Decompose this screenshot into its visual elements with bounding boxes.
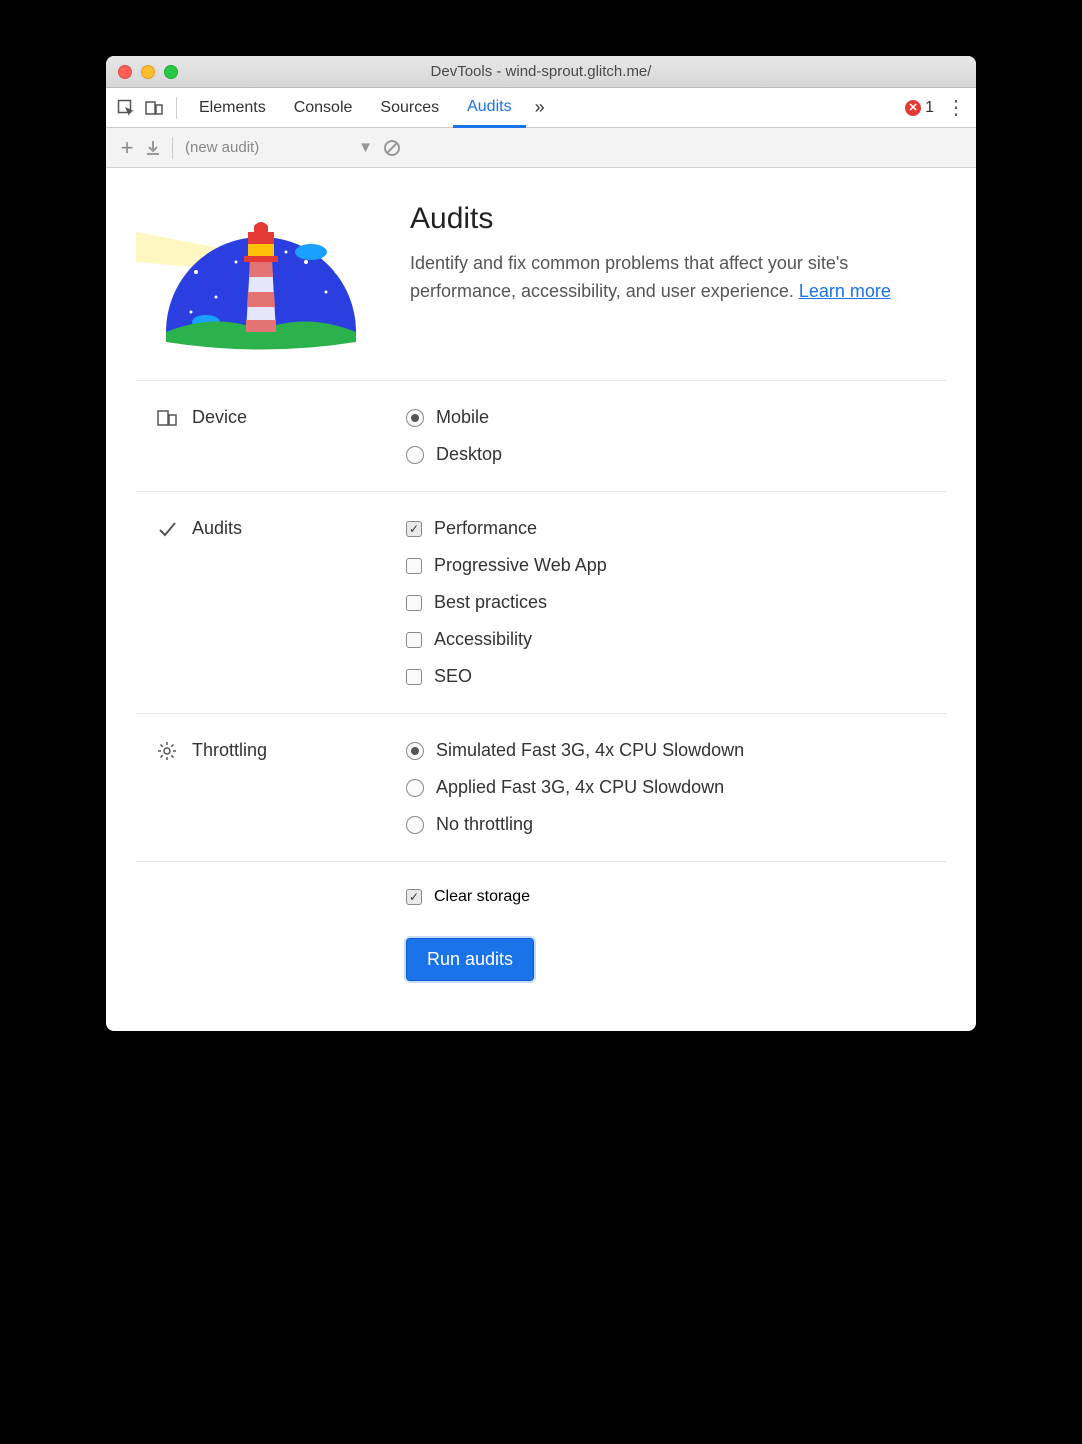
- check-icon: [156, 518, 178, 540]
- option-label: Best practices: [434, 592, 547, 613]
- tab-elements[interactable]: Elements: [185, 88, 280, 127]
- clear-storage-option[interactable]: Clear storage: [406, 888, 530, 906]
- option-label: Performance: [434, 518, 537, 539]
- throttling-label-text: Throttling: [192, 740, 267, 761]
- audits-section: Audits Performance Progressive Web App B…: [136, 492, 946, 714]
- device-icon: [156, 407, 178, 429]
- device-options: Mobile Desktop: [406, 407, 946, 465]
- hero-text: Audits Identify and fix common problems …: [410, 202, 946, 306]
- throttling-options: Simulated Fast 3G, 4x CPU Slowdown Appli…: [406, 740, 946, 835]
- option-label: SEO: [434, 666, 472, 687]
- checkbox-icon: [406, 521, 422, 537]
- throttling-option-applied[interactable]: Applied Fast 3G, 4x CPU Slowdown: [406, 777, 946, 798]
- option-label: Clear storage: [434, 888, 530, 906]
- hero-section: Audits Identify and fix common problems …: [136, 202, 946, 381]
- divider: [172, 137, 173, 159]
- device-section: Device Mobile Desktop: [136, 381, 946, 492]
- checkbox-icon: [406, 558, 422, 574]
- audit-option-pwa[interactable]: Progressive Web App: [406, 555, 946, 576]
- device-label-text: Device: [192, 407, 247, 428]
- new-audit-icon[interactable]: +: [114, 135, 140, 161]
- divider: [176, 97, 177, 119]
- hero-title: Audits: [410, 202, 946, 236]
- hero-description-text: Identify and fix common problems that af…: [410, 253, 848, 301]
- error-icon: ✕: [905, 100, 921, 116]
- throttling-option-none[interactable]: No throttling: [406, 814, 946, 835]
- audits-panel: Audits Identify and fix common problems …: [106, 168, 976, 1031]
- option-label: Applied Fast 3G, 4x CPU Slowdown: [436, 777, 724, 798]
- radio-icon: [406, 446, 424, 464]
- close-window-button[interactable]: [118, 65, 132, 79]
- download-icon[interactable]: [140, 135, 166, 161]
- storage-section: Clear storage Run audits: [136, 862, 946, 991]
- throttling-option-simulated[interactable]: Simulated Fast 3G, 4x CPU Slowdown: [406, 740, 946, 761]
- checkbox-icon: [406, 632, 422, 648]
- lighthouse-illustration: [136, 202, 376, 352]
- kebab-menu-icon[interactable]: ⋮: [942, 94, 970, 122]
- tab-audits[interactable]: Audits: [453, 89, 525, 128]
- device-label: Device: [136, 407, 406, 465]
- radio-icon: [406, 409, 424, 427]
- option-label: Desktop: [436, 444, 502, 465]
- window-titlebar: DevTools - wind-sprout.glitch.me/: [106, 56, 976, 88]
- run-audits-button[interactable]: Run audits: [406, 938, 534, 981]
- throttling-label: Throttling: [136, 740, 406, 835]
- hero-description: Identify and fix common problems that af…: [410, 250, 946, 306]
- option-label: Progressive Web App: [434, 555, 607, 576]
- checkbox-icon: [406, 595, 422, 611]
- window-title: DevTools - wind-sprout.glitch.me/: [106, 63, 976, 80]
- minimize-window-button[interactable]: [141, 65, 155, 79]
- radio-icon: [406, 742, 424, 760]
- option-label: Mobile: [436, 407, 489, 428]
- inspect-element-icon[interactable]: [112, 94, 140, 122]
- audit-select[interactable]: (new audit) ▼: [179, 139, 379, 156]
- devtools-tabrow: Elements Console Sources Audits » ✕ 1 ⋮: [106, 88, 976, 128]
- audit-option-seo[interactable]: SEO: [406, 666, 946, 687]
- checkbox-icon: [406, 669, 422, 685]
- tab-console[interactable]: Console: [280, 88, 367, 127]
- block-icon[interactable]: [379, 135, 405, 161]
- checkbox-icon: [406, 889, 422, 905]
- option-label: Accessibility: [434, 629, 532, 650]
- device-option-desktop[interactable]: Desktop: [406, 444, 946, 465]
- radio-icon: [406, 779, 424, 797]
- audits-options: Performance Progressive Web App Best pra…: [406, 518, 946, 687]
- tabs-overflow-icon[interactable]: »: [526, 94, 554, 122]
- option-label: Simulated Fast 3G, 4x CPU Slowdown: [436, 740, 744, 761]
- audits-toolbar: + (new audit) ▼: [106, 128, 976, 168]
- radio-icon: [406, 816, 424, 834]
- error-count: 1: [925, 99, 934, 117]
- device-option-mobile[interactable]: Mobile: [406, 407, 946, 428]
- tab-sources[interactable]: Sources: [366, 88, 453, 127]
- audit-option-accessibility[interactable]: Accessibility: [406, 629, 946, 650]
- devtools-window: DevTools - wind-sprout.glitch.me/ Elemen…: [106, 56, 976, 1031]
- zoom-window-button[interactable]: [164, 65, 178, 79]
- audits-label: Audits: [136, 518, 406, 687]
- window-controls: [118, 65, 178, 79]
- audit-select-label: (new audit): [185, 139, 259, 156]
- option-label: No throttling: [436, 814, 533, 835]
- device-toolbar-icon[interactable]: [140, 94, 168, 122]
- gear-icon: [156, 740, 178, 762]
- audits-label-text: Audits: [192, 518, 242, 539]
- throttling-section: Throttling Simulated Fast 3G, 4x CPU Slo…: [136, 714, 946, 862]
- audit-option-performance[interactable]: Performance: [406, 518, 946, 539]
- chevron-down-icon: ▼: [358, 139, 373, 156]
- error-indicator[interactable]: ✕ 1: [905, 99, 934, 117]
- learn-more-link[interactable]: Learn more: [799, 281, 891, 301]
- audit-option-best-practices[interactable]: Best practices: [406, 592, 946, 613]
